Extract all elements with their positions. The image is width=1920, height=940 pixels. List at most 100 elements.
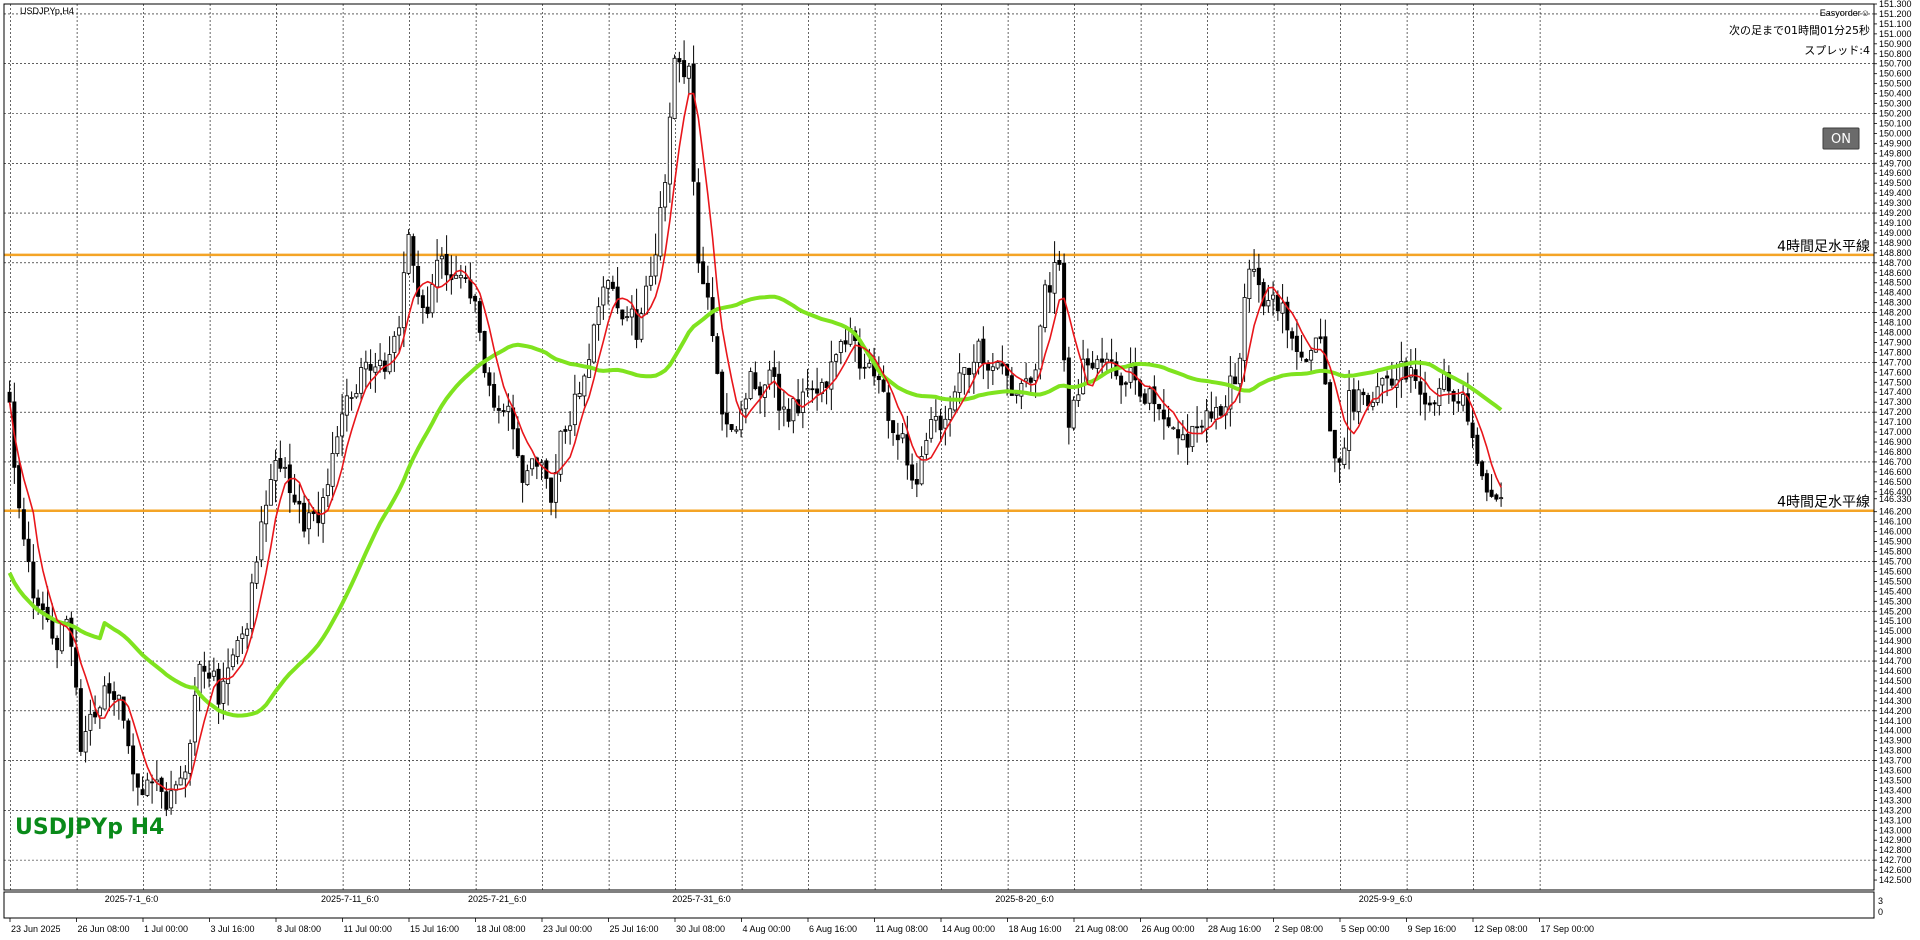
candle-body xyxy=(1389,378,1394,386)
candle-body xyxy=(976,340,981,363)
sub-pane-min: 0 xyxy=(1878,907,1883,917)
candle-body xyxy=(211,670,216,677)
candle-body xyxy=(1204,410,1209,430)
price-tick-label: 147.800 xyxy=(1879,347,1912,357)
price-tick-label: 146.800 xyxy=(1879,447,1912,457)
candle-body xyxy=(1119,375,1124,386)
candle-body xyxy=(1123,382,1128,385)
candle-body xyxy=(1475,434,1480,464)
candle-body xyxy=(430,284,435,314)
candle-body xyxy=(748,371,753,399)
symbol-timeframe-label: USDJPYp,H4 xyxy=(20,6,74,16)
candle-body xyxy=(1171,427,1176,430)
candle-body xyxy=(1242,297,1247,362)
price-tick-label: 150.700 xyxy=(1879,59,1912,69)
candle-body xyxy=(876,375,881,381)
candle-body xyxy=(734,429,739,432)
price-tick-label: 148.400 xyxy=(1879,288,1912,298)
price-tick-label: 144.500 xyxy=(1879,676,1912,686)
candle-body xyxy=(1332,429,1337,459)
price-tick-label: 145.100 xyxy=(1879,616,1912,626)
candle-body xyxy=(672,57,677,119)
candle-body xyxy=(886,392,891,421)
candle-body xyxy=(473,295,478,302)
candle-body xyxy=(1437,387,1442,406)
price-tick-label: 147.500 xyxy=(1879,377,1912,387)
candle-body xyxy=(686,65,691,79)
time-tick-label: 18 Aug 16:00 xyxy=(1009,924,1062,934)
candle-body xyxy=(1028,377,1033,383)
candle-body xyxy=(553,472,558,503)
price-tick-label: 146.700 xyxy=(1879,457,1912,467)
candle-body xyxy=(207,672,212,679)
price-tick-label: 150.600 xyxy=(1879,69,1912,79)
price-axis[interactable]: 151.300151.200151.100151.000150.900150.8… xyxy=(1874,0,1912,885)
candle-body xyxy=(1085,358,1090,366)
candle-body xyxy=(36,597,41,606)
candle-body xyxy=(1494,494,1499,500)
candle-body xyxy=(1157,404,1162,410)
price-tick-label: 147.700 xyxy=(1879,357,1912,367)
price-tick-label: 144.700 xyxy=(1879,656,1912,666)
sub-pane-max: 3 xyxy=(1878,896,1883,906)
candle-body xyxy=(914,479,919,485)
candle-body xyxy=(59,623,64,652)
candle-body xyxy=(563,429,568,432)
candle-body xyxy=(1442,373,1447,390)
time-tick-label: 30 Jul 08:00 xyxy=(676,924,725,934)
candle-body xyxy=(910,464,915,481)
candle-body xyxy=(425,306,430,314)
candle-body xyxy=(150,781,155,784)
price-tick-label: 147.100 xyxy=(1879,417,1912,427)
candle-body xyxy=(1090,362,1095,369)
price-tick-label: 142.700 xyxy=(1879,855,1912,865)
candle-body xyxy=(458,274,463,279)
candle-body xyxy=(781,406,786,410)
candle-body xyxy=(772,367,777,377)
price-tick-label: 145.600 xyxy=(1879,566,1912,576)
candle-body xyxy=(1480,461,1485,477)
candle-body xyxy=(254,561,259,584)
price-tick-label: 144.100 xyxy=(1879,716,1912,726)
candle-body xyxy=(805,388,810,391)
price-tick-label: 142.600 xyxy=(1879,865,1912,875)
candle-body xyxy=(1375,386,1380,403)
candle-body xyxy=(21,509,26,540)
time-tick-label: 15 Jul 16:00 xyxy=(410,924,459,934)
candle-body xyxy=(83,731,88,753)
candle-body xyxy=(767,369,772,385)
price-tick-label: 150.500 xyxy=(1879,79,1912,89)
time-tick-label: 3 Jul 16:00 xyxy=(211,924,255,934)
candle-body xyxy=(477,301,482,333)
ea-name-label: Easyorder☺ xyxy=(1820,8,1870,18)
candle-body xyxy=(701,261,706,285)
candle-body xyxy=(468,279,473,299)
time-tick-label: 5 Sep 00:00 xyxy=(1341,924,1390,934)
candle-body xyxy=(444,254,449,276)
candle-body xyxy=(629,308,634,318)
candle-body xyxy=(644,285,649,315)
candle-body xyxy=(1318,336,1323,340)
price-tick-label: 143.800 xyxy=(1879,746,1912,756)
candle-body xyxy=(582,375,587,397)
candle-body xyxy=(116,694,121,700)
candle-body xyxy=(981,338,986,365)
time-tick-label: 9 Sep 16:00 xyxy=(1408,924,1457,934)
candle-body xyxy=(406,234,411,274)
time-tick-label: 6 Aug 16:00 xyxy=(809,924,857,934)
on-toggle-button[interactable]: ON xyxy=(1822,127,1860,150)
candle-body xyxy=(800,391,805,413)
candle-body xyxy=(971,361,976,375)
price-tick-label: 149.400 xyxy=(1879,188,1912,198)
time-tick-label: 1 Jul 00:00 xyxy=(144,924,188,934)
candle-body xyxy=(606,280,611,289)
candle-body xyxy=(515,428,520,457)
candle-body xyxy=(226,667,231,685)
candle-body xyxy=(938,415,943,431)
price-tick-label: 148.700 xyxy=(1879,258,1912,268)
candle-body xyxy=(297,500,302,505)
candle-body xyxy=(724,412,729,425)
price-tick-label: 149.800 xyxy=(1879,148,1912,158)
candle-body xyxy=(112,691,117,700)
price-chart[interactable]: 2025-7-1_6:0 2025-7-11_6:0 2025-7-21_6:0 20… xyxy=(0,0,1920,940)
